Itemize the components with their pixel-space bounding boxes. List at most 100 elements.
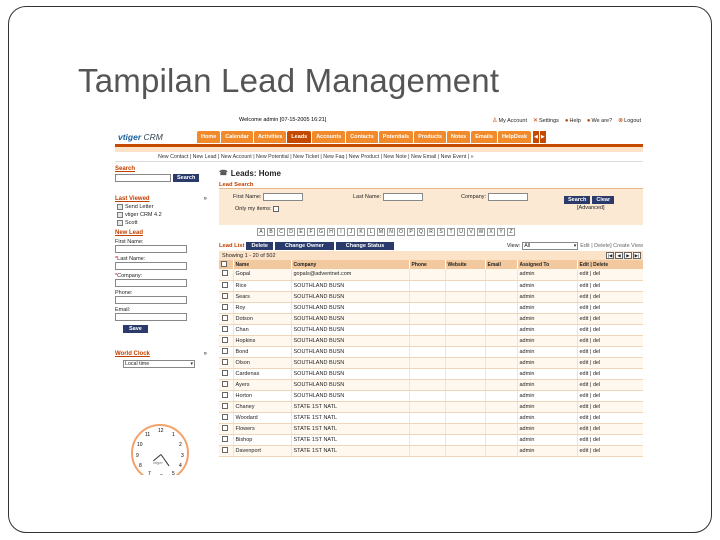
collapse-icon[interactable]: » xyxy=(204,196,207,202)
alpha-filter-letter[interactable]: U xyxy=(457,228,465,236)
table-row[interactable]: Woodard STATE 1ST NATL admin edit | del xyxy=(219,412,643,424)
column-header[interactable]: Company xyxy=(291,260,410,269)
row-checkbox[interactable] xyxy=(222,347,228,354)
alpha-filter-letter[interactable]: L xyxy=(367,228,375,236)
alpha-filter-letter[interactable]: X xyxy=(487,228,495,236)
lead-name-link[interactable]: Sears xyxy=(233,291,292,303)
lead-name-link[interactable]: Chan xyxy=(233,324,292,336)
about-link[interactable]: ● We are? xyxy=(587,117,612,124)
row-checkbox[interactable] xyxy=(222,314,228,321)
table-row[interactable]: Roy SOUTHLAND BUSN admin edit | del xyxy=(219,302,643,314)
alpha-filter-letter[interactable]: D xyxy=(287,228,295,236)
alpha-filter-letter[interactable]: Z xyxy=(507,228,515,236)
alpha-filter-letter[interactable]: C xyxy=(277,228,285,236)
tab-contacts[interactable]: Contacts xyxy=(346,131,378,143)
sidebar-search-button[interactable]: Search xyxy=(173,174,200,182)
lead-name-link[interactable]: Davenport xyxy=(233,445,292,457)
lead-name-link[interactable]: Ayers xyxy=(233,379,292,391)
alpha-filter-letter[interactable]: V xyxy=(467,228,475,236)
table-row[interactable]: Cardenas SOUTHLAND BUSN admin edit | del xyxy=(219,368,643,380)
tab-accounts[interactable]: Accounts xyxy=(312,131,346,143)
list-item[interactable]: vtiger CRM 4.2 xyxy=(117,212,213,218)
edit-delete-links[interactable]: edit | del xyxy=(577,313,643,325)
help-link[interactable]: ● Help xyxy=(565,117,581,124)
sidebar-search-input[interactable] xyxy=(115,174,171,182)
alpha-filter-letter[interactable]: G xyxy=(317,228,325,236)
table-row[interactable]: Hopkins SOUTHLAND BUSN admin edit | del xyxy=(219,335,643,347)
alpha-filter-letter[interactable]: M xyxy=(377,228,385,236)
table-row[interactable]: Bishop STATE 1ST NATL admin edit | del xyxy=(219,434,643,446)
row-checkbox[interactable] xyxy=(222,424,228,431)
alpha-filter-letter[interactable]: H xyxy=(327,228,335,236)
column-header[interactable]: Website xyxy=(445,260,486,269)
alpha-filter-letter[interactable]: Q xyxy=(417,228,425,236)
quick-create-links[interactable]: New Contact | New Lead | New Account | N… xyxy=(115,152,643,162)
edit-delete-links[interactable]: edit | del xyxy=(577,401,643,413)
edit-delete-links[interactable]: edit | del xyxy=(577,291,643,303)
alpha-filter-letter[interactable]: B xyxy=(267,228,275,236)
timezone-select[interactable]: Local time xyxy=(123,360,195,368)
phone-field[interactable] xyxy=(115,296,187,304)
row-checkbox[interactable] xyxy=(222,391,228,398)
search-first-name-input[interactable] xyxy=(263,193,304,201)
alpha-filter-letter[interactable]: F xyxy=(307,228,315,236)
edit-delete-links[interactable]: edit | del xyxy=(577,434,643,446)
lead-name-link[interactable]: Horton xyxy=(233,390,292,402)
table-row[interactable]: Davenport STATE 1ST NATL admin edit | del xyxy=(219,445,643,457)
clear-button[interactable]: Clear xyxy=(592,196,615,204)
lead-name-link[interactable]: Bishop xyxy=(233,434,292,446)
column-header[interactable]: Phone xyxy=(409,260,446,269)
next-page-icon[interactable]: ▶ xyxy=(624,252,632,259)
table-row[interactable]: Bond SOUTHLAND BUSN admin edit | del xyxy=(219,346,643,358)
collapse-icon[interactable]: » xyxy=(204,351,207,357)
table-row[interactable]: Chaney STATE 1ST NATL admin edit | del xyxy=(219,401,643,413)
row-checkbox[interactable] xyxy=(222,413,228,420)
view-actions[interactable]: Edit | Delete] Create View xyxy=(580,243,643,249)
list-item[interactable]: Scott xyxy=(117,220,213,226)
table-row[interactable]: Rice SOUTHLAND BUSN admin edit | del xyxy=(219,280,643,292)
table-row[interactable]: Dotson SOUTHLAND BUSN admin edit | del xyxy=(219,313,643,325)
alpha-filter-letter[interactable]: R xyxy=(427,228,435,236)
tab-emails[interactable]: Emails xyxy=(471,131,497,143)
tab-leads[interactable]: Leads xyxy=(287,131,312,143)
lead-name-link[interactable]: Roy xyxy=(233,302,292,314)
lead-name-link[interactable]: Rice xyxy=(233,280,292,292)
table-row[interactable]: Olson SOUTHLAND BUSN admin edit | del xyxy=(219,357,643,369)
change-owner-button[interactable]: Change Owner xyxy=(274,242,334,250)
tab-activities[interactable]: Activities xyxy=(253,131,287,143)
lead-name-link[interactable]: Cardenas xyxy=(233,368,292,380)
tab-scroll-left-icon[interactable]: ◀ xyxy=(533,131,539,143)
edit-delete-links[interactable]: edit | del xyxy=(577,423,643,435)
tab-potentials[interactable]: Potentials xyxy=(378,131,414,143)
tab-products[interactable]: Products xyxy=(414,131,446,143)
table-row[interactable]: Sears SOUTHLAND BUSN admin edit | del xyxy=(219,291,643,303)
row-checkbox[interactable] xyxy=(222,402,228,409)
row-checkbox[interactable] xyxy=(222,380,228,387)
column-header[interactable]: Name xyxy=(233,260,292,269)
select-all-checkbox[interactable] xyxy=(219,260,234,269)
alpha-filter-letter[interactable]: S xyxy=(437,228,445,236)
prev-page-icon[interactable]: ◀ xyxy=(615,252,623,259)
edit-delete-links[interactable]: edit | del xyxy=(577,379,643,391)
row-checkbox[interactable] xyxy=(222,358,228,365)
row-checkbox[interactable] xyxy=(222,435,228,442)
alpha-filter-letter[interactable]: I xyxy=(337,228,345,236)
lead-name-link[interactable]: Gopal xyxy=(233,269,292,281)
change-status-button[interactable]: Change Status xyxy=(335,242,395,250)
lead-name-link[interactable]: Chaney xyxy=(233,401,292,413)
lead-name-link[interactable]: Bond xyxy=(233,346,292,358)
last-name-field[interactable] xyxy=(115,262,187,270)
only-my-items-checkbox[interactable] xyxy=(273,206,280,212)
row-checkbox[interactable] xyxy=(222,336,228,343)
tab-scroll-right-icon[interactable]: ▶ xyxy=(539,131,546,143)
row-checkbox[interactable] xyxy=(222,270,228,277)
lead-name-link[interactable]: Dotson xyxy=(233,313,292,325)
alpha-filter-letter[interactable]: J xyxy=(347,228,355,236)
company-field[interactable] xyxy=(115,279,187,287)
lead-name-link[interactable]: Woodard xyxy=(233,412,292,424)
alpha-filter-letter[interactable]: T xyxy=(447,228,455,236)
table-row[interactable]: Horton SOUTHLAND BUSN admin edit | del xyxy=(219,390,643,402)
tab-calendar[interactable]: Calendar xyxy=(221,131,253,143)
search-company-input[interactable] xyxy=(488,193,529,201)
column-header[interactable]: Assigned To xyxy=(517,260,578,269)
